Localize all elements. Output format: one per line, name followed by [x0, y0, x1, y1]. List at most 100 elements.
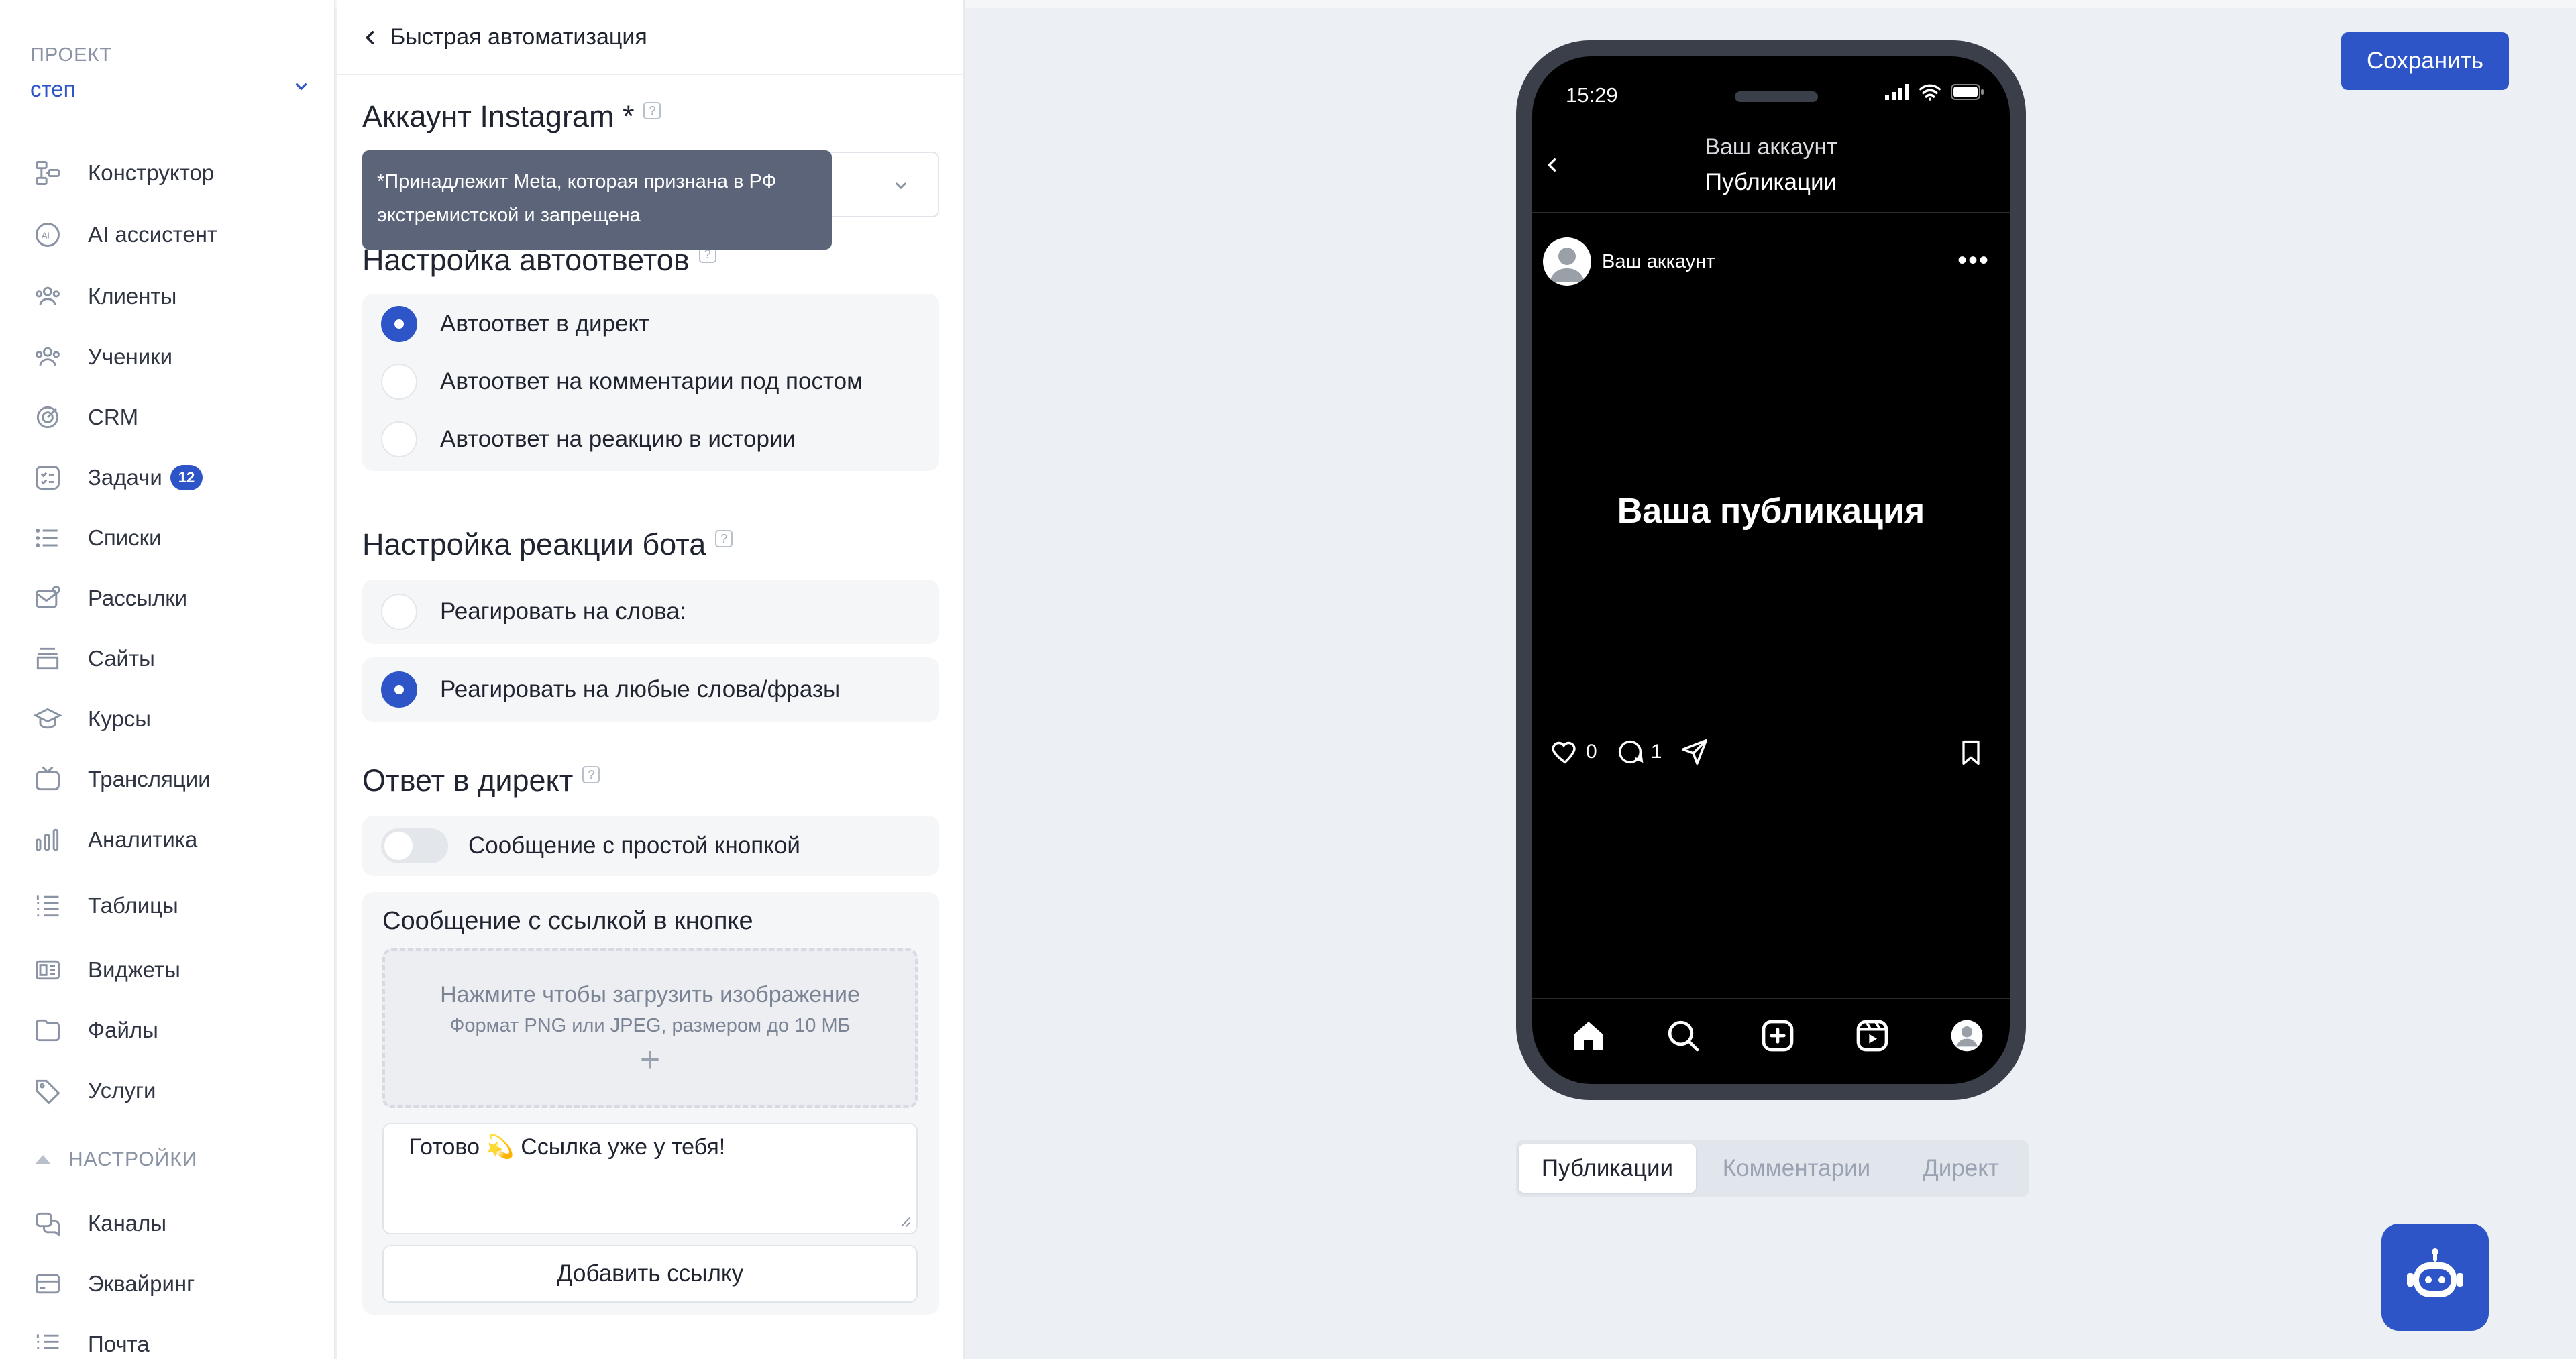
sidebar-item-sites[interactable]: Сайты	[30, 639, 155, 679]
sidebar-item-broadcasts[interactable]: Трансляции	[30, 759, 211, 800]
sidebar-item-lists[interactable]: Списки	[30, 518, 162, 558]
sidebar-item-tables[interactable]: Таблицы	[30, 885, 178, 926]
settings-section-label: НАСТРОЙКИ	[68, 1148, 198, 1171]
reaction-option-any[interactable]: Реагировать на любые слова/фразы	[381, 671, 840, 708]
sidebar-item-label: Услуги	[88, 1078, 156, 1103]
help-icon[interactable]: ?	[582, 766, 600, 783]
folder-icon	[30, 1013, 65, 1048]
sidebar-item-files[interactable]: Файлы	[30, 1010, 158, 1050]
simple-button-toggle-control[interactable]: Сообщение с простой кнопкой	[381, 828, 800, 863]
chevron-down-icon[interactable]	[292, 78, 310, 95]
sidebar-item-constructor[interactable]: Конструктор	[30, 153, 214, 193]
sidebar-item-label: AI ассистент	[88, 222, 218, 247]
radio-label: Автоответ в директ	[440, 311, 650, 337]
post-username: Ваш аккаунт	[1602, 251, 1715, 272]
reels-icon	[1856, 1020, 1888, 1052]
radio-unselected[interactable]	[381, 594, 417, 630]
tab-comments[interactable]: Комментарии	[1696, 1144, 1897, 1193]
message-textarea[interactable]: Готово 💫 Ссылка уже у тебя!	[382, 1123, 918, 1234]
sidebar-item-clients[interactable]: Клиенты	[30, 276, 176, 317]
sidebar-item-label: Аналитика	[88, 827, 198, 852]
page-title: Быстрая автоматизация	[390, 24, 647, 50]
project-label: ПРОЕКТ	[30, 44, 113, 66]
reaction-option-words[interactable]: Реагировать на слова:	[381, 594, 686, 630]
sidebar-item-label: Клиенты	[88, 284, 177, 309]
link-button-message-card: Сообщение с ссылкой в кнопке Нажмите что…	[362, 892, 939, 1315]
wifi-icon	[1919, 84, 1941, 101]
sidebar-item-widgets[interactable]: Виджеты	[30, 950, 180, 990]
sidebar-item-courses[interactable]: Курсы	[30, 699, 151, 739]
sidebar-item-acquiring[interactable]: Эквайринг	[30, 1264, 195, 1304]
collapse-arrow-icon	[35, 1155, 51, 1164]
status-time: 15:29	[1566, 83, 1618, 107]
chevron-down-icon	[896, 182, 906, 190]
resize-handle-icon[interactable]	[899, 1215, 911, 1228]
reaction-option-words-box: Реагировать на слова:	[362, 580, 939, 644]
sidebar-item-mail[interactable]: Почта	[30, 1324, 150, 1359]
students-icon	[30, 339, 65, 374]
sidebar: ПРОЕКТ степ Конструктор AI AI ассистент …	[0, 0, 335, 1359]
sidebar-item-label: Каналы	[88, 1211, 167, 1236]
phone-preview: 15:29 Ваш аккаунт Публикации Ваш аккаунт…	[1516, 40, 2026, 1100]
preview-mode-tabs: Публикации Комментарии Директ	[1516, 1140, 2029, 1197]
sidebar-item-services[interactable]: Услуги	[30, 1071, 156, 1111]
radio-label: Автоответ на реакцию в истории	[440, 426, 796, 452]
sidebar-item-students[interactable]: Ученики	[30, 337, 172, 377]
search-icon	[1668, 1020, 1699, 1052]
ig-tab-bar	[1570, 1017, 1986, 1054]
svg-text:AI: AI	[42, 231, 50, 241]
back-button[interactable]: Быстрая автоматизация	[361, 24, 647, 50]
tab-publications[interactable]: Публикации	[1519, 1144, 1696, 1193]
lists-icon	[30, 521, 65, 555]
sites-icon	[30, 641, 65, 676]
signal-icon	[1885, 84, 1909, 100]
ai-icon: AI	[30, 217, 65, 252]
image-upload-dropzone[interactable]: Нажмите чтобы загрузить изображение Форм…	[382, 948, 918, 1108]
widgets-icon	[30, 953, 65, 987]
ig-header-divider	[1532, 212, 2010, 213]
radio-selected[interactable]	[381, 306, 417, 342]
phone-notch	[1735, 91, 1818, 102]
radio-label: Автоответ на комментарии под постом	[440, 368, 863, 394]
radio-label: Реагировать на слова:	[440, 598, 686, 624]
broadcasts-icon	[30, 762, 65, 797]
meta-disclaimer-tooltip: *Принадлежит Meta, которая признана в РФ…	[362, 150, 832, 250]
autoreply-option-direct[interactable]: Автоответ в директ	[381, 306, 649, 342]
reaction-title-text: Настройка реакции бота	[362, 527, 706, 561]
direct-section-title: Ответ в директ ?	[362, 763, 600, 798]
sidebar-item-ai-assistant[interactable]: AI AI ассистент	[30, 215, 217, 255]
autoreply-option-story[interactable]: Автоответ на реакцию в истории	[381, 421, 796, 457]
constructor-icon	[30, 156, 65, 191]
sidebar-item-tasks[interactable]: Задачи 12	[30, 457, 203, 498]
help-icon[interactable]: ?	[643, 102, 661, 119]
robot-icon	[2407, 1248, 2463, 1297]
bookmark-icon	[1962, 740, 1980, 765]
radio-selected[interactable]	[381, 671, 417, 708]
autoreply-option-comments[interactable]: Автоответ на комментарии под постом	[381, 364, 863, 400]
tasks-icon	[30, 460, 65, 495]
post-placeholder-text: Ваша публикация	[1617, 492, 1925, 531]
sidebar-item-crm[interactable]: CRM	[30, 397, 138, 437]
add-link-button[interactable]: Добавить ссылку	[382, 1245, 918, 1303]
clients-icon	[30, 279, 65, 314]
help-icon[interactable]: ?	[715, 530, 733, 547]
sidebar-item-label: Таблицы	[88, 893, 178, 918]
sidebar-item-label: Почта	[88, 1331, 150, 1356]
radio-unselected[interactable]	[381, 364, 417, 400]
sidebar-item-mailings[interactable]: Рассылки	[30, 578, 187, 618]
project-selector[interactable]: степ	[30, 76, 75, 102]
assistant-bot-button[interactable]	[2381, 1224, 2489, 1331]
sidebar-item-channels[interactable]: Каналы	[30, 1203, 166, 1244]
channels-icon	[30, 1206, 65, 1241]
sidebar-item-analytics[interactable]: Аналитика	[30, 820, 197, 860]
save-button[interactable]: Сохранить	[2341, 32, 2509, 90]
toggle-switch[interactable]	[381, 828, 448, 863]
tab-direct[interactable]: Директ	[1897, 1144, 2025, 1193]
radio-unselected[interactable]	[381, 421, 417, 457]
sidebar-item-label: Сайты	[88, 646, 155, 671]
profile-icon	[1951, 1020, 1983, 1052]
sidebar-item-label: Файлы	[88, 1018, 158, 1042]
sidebar-item-label: CRM	[88, 404, 139, 429]
settings-section-toggle[interactable]: НАСТРОЙКИ	[35, 1148, 197, 1171]
sidebar-item-label: Списки	[88, 525, 162, 550]
